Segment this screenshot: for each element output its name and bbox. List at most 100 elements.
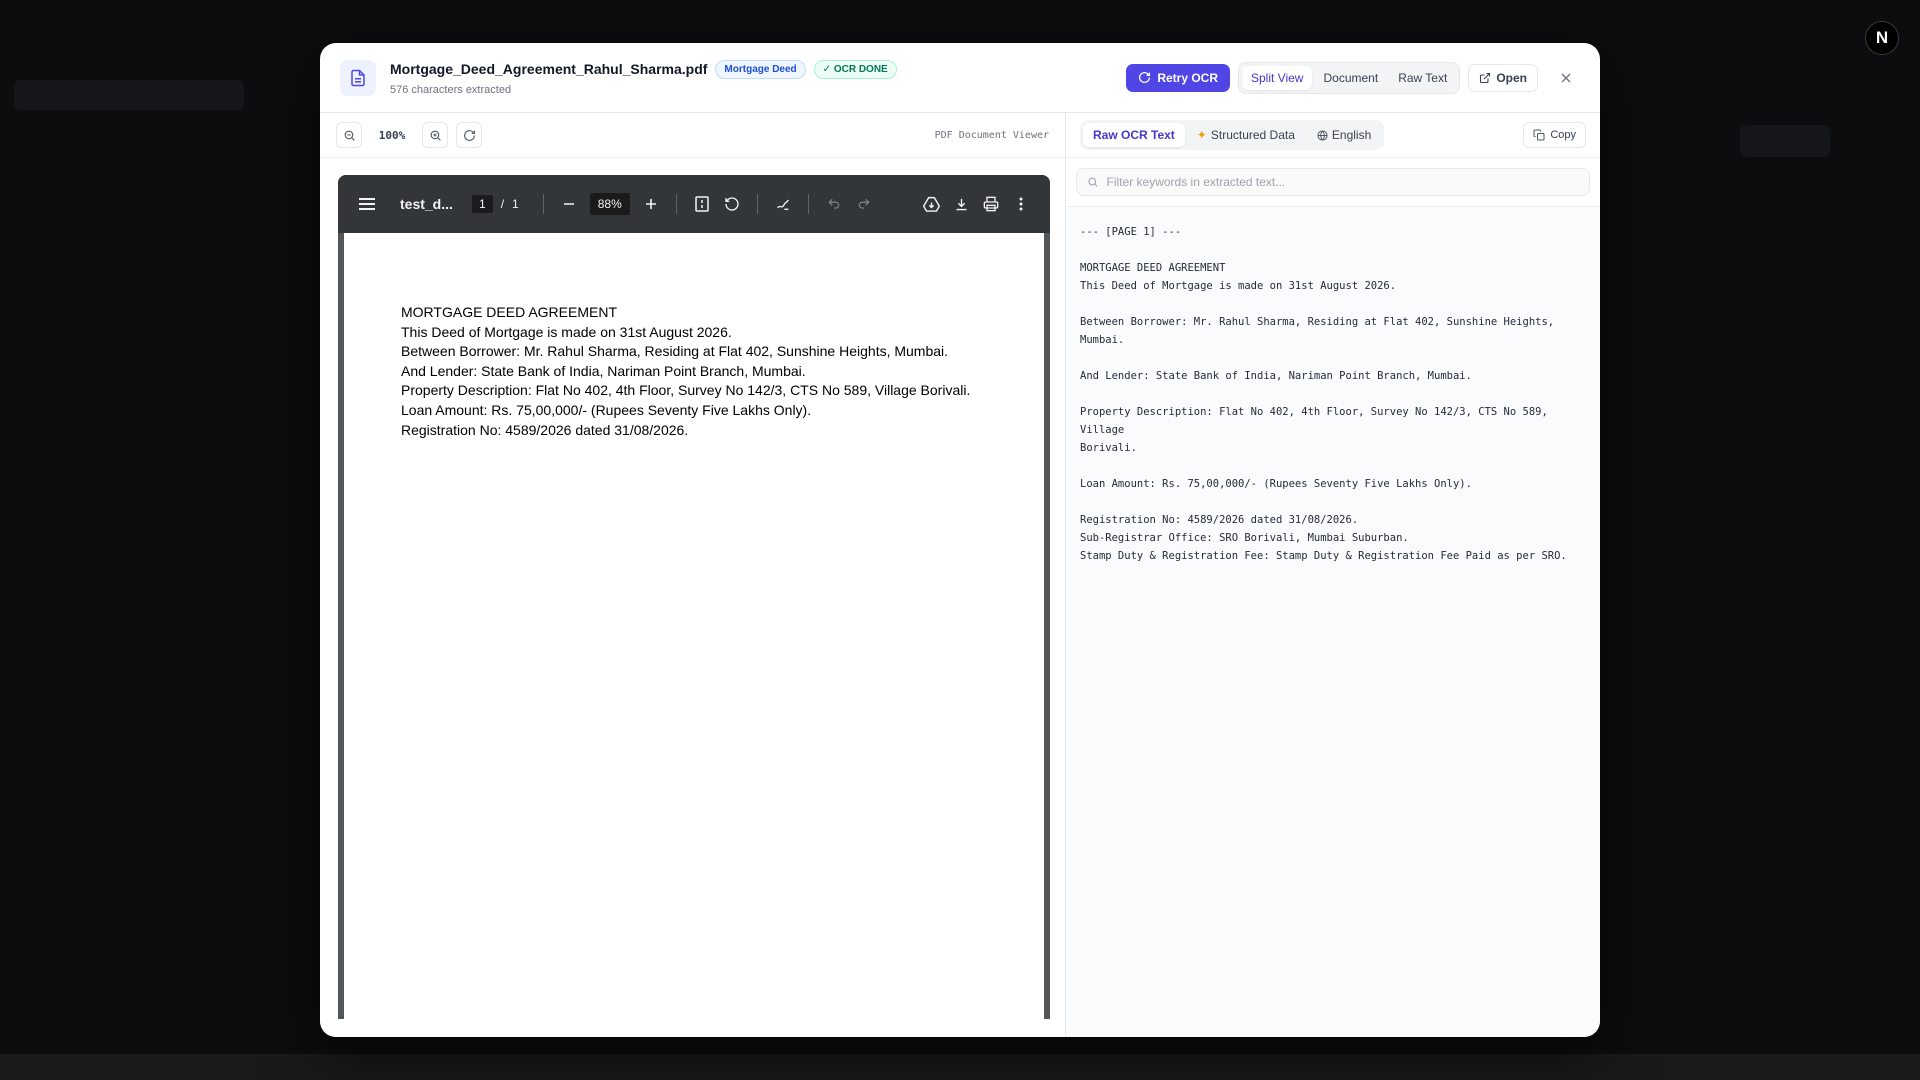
extracted-text-pane: Raw OCR Text ✦ Structured Data English C… <box>1066 113 1600 1037</box>
file-title-group: Mortgage_Deed_Agreement_Rahul_Sharma.pdf… <box>390 59 897 96</box>
drive-icon <box>922 196 940 212</box>
rotate-icon <box>463 129 475 141</box>
viewer-zoom-level: 100% <box>378 128 406 142</box>
close-icon <box>1561 73 1571 82</box>
fit-page-icon <box>695 196 709 212</box>
modal-body: 100% PDF Document Viewer test_d... 1 / 1… <box>320 113 1600 1037</box>
pdf-page-input[interactable]: 1 <box>472 195 493 213</box>
zoom-out-icon <box>344 130 355 141</box>
pdf-divider <box>756 194 758 214</box>
viewer-caption: PDF Document Viewer <box>934 129 1049 141</box>
pdf-page: MORTGAGE DEED AGREEMENT This Deed of Mor… <box>344 233 1044 1019</box>
pdf-zoom-out-button[interactable] <box>554 189 584 219</box>
raw-ocr-text: --- [PAGE 1] --- MORTGAGE DEED AGREEMENT… <box>1080 226 1567 562</box>
document-preview-modal: Mortgage_Deed_Agreement_Rahul_Sharma.pdf… <box>320 43 1600 1037</box>
search-icon <box>1088 177 1098 187</box>
pdf-divider <box>807 194 809 214</box>
rotate-button[interactable] <box>456 122 482 148</box>
external-link-icon <box>1480 72 1491 83</box>
pdf-viewer: test_d... 1 / 1 88% MORTGAGE DEED AGREEM… <box>338 175 1050 1019</box>
ocr-status-badge: ✓ OCR DONE <box>813 59 897 79</box>
extract-tabs: Raw OCR Text ✦ Structured Data English <box>1080 120 1385 150</box>
close-button[interactable] <box>1552 64 1580 92</box>
pdf-line: Loan Amount: Rs. 75,00,000/- (Rupees Sev… <box>401 401 812 418</box>
pdf-zoom-in-button[interactable] <box>636 189 666 219</box>
tab-english-label: English <box>1331 128 1372 142</box>
more-vertical-icon <box>1019 197 1023 211</box>
pdf-line: MORTGAGE DEED AGREEMENT <box>401 304 617 320</box>
rotate-icon <box>725 197 739 211</box>
pdf-more-button[interactable] <box>1006 189 1036 219</box>
view-mode-raw-text[interactable]: Raw Text <box>1389 66 1456 90</box>
viewer-toolbar: 100% PDF Document Viewer <box>320 113 1065 158</box>
zoom-in-button[interactable] <box>422 122 448 148</box>
modal-header: Mortgage_Deed_Agreement_Rahul_Sharma.pdf… <box>320 43 1600 113</box>
pdf-file-name: test_d... <box>400 196 453 212</box>
pdf-divider <box>675 194 677 214</box>
tab-structured-data-label: Structured Data <box>1210 128 1295 142</box>
pdf-redo-button[interactable] <box>849 189 879 219</box>
tab-raw-ocr-text[interactable]: Raw OCR Text <box>1083 123 1185 147</box>
undo-icon <box>828 198 839 209</box>
pdf-menu-button[interactable] <box>352 189 382 219</box>
menu-icon <box>359 198 375 210</box>
pdf-page-separator: / <box>500 197 505 211</box>
pdf-rotate-button[interactable] <box>717 189 747 219</box>
backdrop-ghost-button <box>1740 125 1830 157</box>
document-pane: 100% PDF Document Viewer test_d... 1 / 1… <box>320 113 1066 1037</box>
backdrop-footer-strip <box>0 1054 1920 1080</box>
pdf-annotate-button[interactable] <box>768 189 798 219</box>
pdf-print-button[interactable] <box>976 189 1006 219</box>
ocr-status-label: OCR DONE <box>833 63 888 75</box>
pdf-divider <box>542 194 544 214</box>
open-button[interactable]: Open <box>1468 63 1538 92</box>
globe-icon <box>1317 129 1328 141</box>
pdf-line: Property Description: Flat No 402, 4th F… <box>401 382 971 399</box>
copy-icon <box>1533 129 1545 141</box>
file-name: Mortgage_Deed_Agreement_Rahul_Sharma.pdf <box>390 61 708 77</box>
pdf-toolbar: test_d... 1 / 1 88% <box>338 175 1050 233</box>
retry-ocr-button[interactable]: Retry OCR <box>1126 63 1230 92</box>
pdf-undo-button[interactable] <box>819 189 849 219</box>
pdf-download-button[interactable] <box>946 189 976 219</box>
doc-type-badge: Mortgage Deed <box>715 59 806 79</box>
filter-bar <box>1066 158 1600 207</box>
retry-ocr-label: Retry OCR <box>1157 70 1218 85</box>
tab-structured-data[interactable]: ✦ Structured Data <box>1187 123 1305 147</box>
view-mode-document[interactable]: Document <box>1314 66 1387 90</box>
tab-english[interactable]: English <box>1307 123 1381 147</box>
pdf-page-total: 1 <box>512 197 519 211</box>
zoom-out-button[interactable] <box>336 122 362 148</box>
sparkle-icon: ✦ <box>1196 128 1207 142</box>
header-actions: Retry OCR Split View Document Raw Text O… <box>1126 61 1580 94</box>
pdf-drive-button[interactable] <box>916 189 946 219</box>
pdf-fit-page-button[interactable] <box>687 189 717 219</box>
plus-icon <box>645 199 656 209</box>
annotate-icon <box>776 199 789 210</box>
open-label: Open <box>1496 70 1527 85</box>
filter-box <box>1076 168 1590 196</box>
filter-keywords-input[interactable] <box>1106 175 1579 189</box>
check-icon: ✓ <box>822 63 834 75</box>
pdf-line: And Lender: State Bank of India, Nariman… <box>401 362 806 379</box>
view-mode-toggle: Split View Document Raw Text <box>1238 61 1461 94</box>
view-mode-split[interactable]: Split View <box>1242 65 1313 90</box>
print-icon <box>983 196 999 212</box>
pdf-line: Between Borrower: Mr. Rahul Sharma, Resi… <box>401 343 949 360</box>
minus-icon <box>563 203 574 205</box>
file-icon <box>340 59 376 96</box>
redo-icon <box>858 198 870 209</box>
app-avatar[interactable]: N <box>1865 21 1899 55</box>
chars-extracted: 576 characters extracted <box>390 83 512 96</box>
refresh-icon <box>1139 71 1151 83</box>
download-icon <box>956 198 966 210</box>
extract-tabs-row: Raw OCR Text ✦ Structured Data English C… <box>1066 113 1600 158</box>
zoom-in-icon <box>430 130 441 141</box>
pdf-page-text: MORTGAGE DEED AGREEMENT This Deed of Mor… <box>401 303 970 440</box>
pdf-zoom-input[interactable]: 88% <box>589 193 630 215</box>
backdrop-ghost-title <box>14 80 244 110</box>
pdf-line: This Deed of Mortgage is made on 31st Au… <box>401 323 732 340</box>
copy-label: Copy <box>1550 129 1576 141</box>
copy-button[interactable]: Copy <box>1523 122 1586 148</box>
pdf-line: Registration No: 4589/2026 dated 31/08/2… <box>401 421 689 438</box>
